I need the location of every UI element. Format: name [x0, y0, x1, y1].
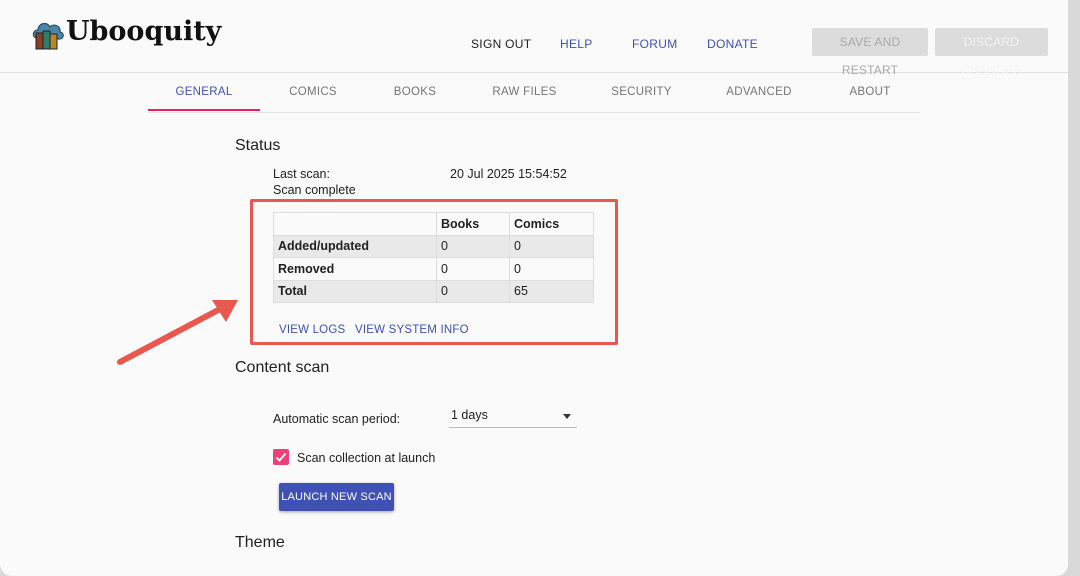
tab-advanced[interactable]: ADVANCED [698, 72, 820, 112]
status-section-title: Status [235, 137, 281, 154]
app-brand-name: Ubooquity [66, 16, 222, 47]
sign-out-link[interactable]: SIGN OUT [471, 37, 531, 51]
tab-about[interactable]: ABOUT [820, 72, 920, 112]
checkmark-icon [275, 452, 287, 462]
tab-comics[interactable]: COMICS [260, 72, 366, 112]
tab-raw-files[interactable]: RAW FILES [464, 72, 585, 112]
top-header: Ubooquity SIGN OUT HELP FORUM DONATE SAV… [0, 0, 1068, 77]
discard-changes-button[interactable]: DISCARD CHANGES [935, 28, 1048, 77]
last-scan-value: 20 Jul 2025 15:54:52 [450, 167, 567, 181]
settings-tabs: GENERAL COMICS BOOKS RAW FILES SECURITY … [148, 72, 920, 113]
dropdown-caret-icon [563, 414, 571, 419]
scan-period-label: Automatic scan period: [273, 412, 401, 426]
tab-general[interactable]: GENERAL [148, 72, 260, 112]
tab-security[interactable]: SECURITY [585, 72, 698, 112]
page-scrollbar[interactable] [1068, 0, 1080, 576]
annotation-highlight-box [250, 199, 618, 345]
content-scan-section-title: Content scan [235, 359, 330, 376]
scan-period-value: 1 days [451, 408, 488, 422]
scan-period-select[interactable]: 1 days [449, 405, 577, 428]
forum-link[interactable]: FORUM [632, 37, 678, 51]
donate-link[interactable]: DONATE [707, 37, 758, 51]
scan-at-launch-checkbox[interactable] [273, 449, 289, 465]
scan-at-launch-label: Scan collection at launch [297, 451, 436, 465]
help-link[interactable]: HELP [560, 37, 593, 51]
launch-new-scan-button[interactable]: LAUNCH NEW SCAN [279, 483, 394, 511]
last-scan-label: Last scan: [273, 167, 330, 181]
annotation-arrow-icon [117, 300, 238, 365]
app-window: Ubooquity SIGN OUT HELP FORUM DONATE SAV… [0, 0, 1068, 576]
tab-books[interactable]: BOOKS [366, 72, 464, 112]
cloud-books-logo-icon [32, 22, 64, 50]
save-and-restart-button[interactable]: SAVE AND RESTART [812, 28, 928, 77]
active-tab-indicator [148, 109, 260, 111]
theme-section-title: Theme [235, 534, 285, 551]
scan-state-text: Scan complete [273, 183, 356, 197]
